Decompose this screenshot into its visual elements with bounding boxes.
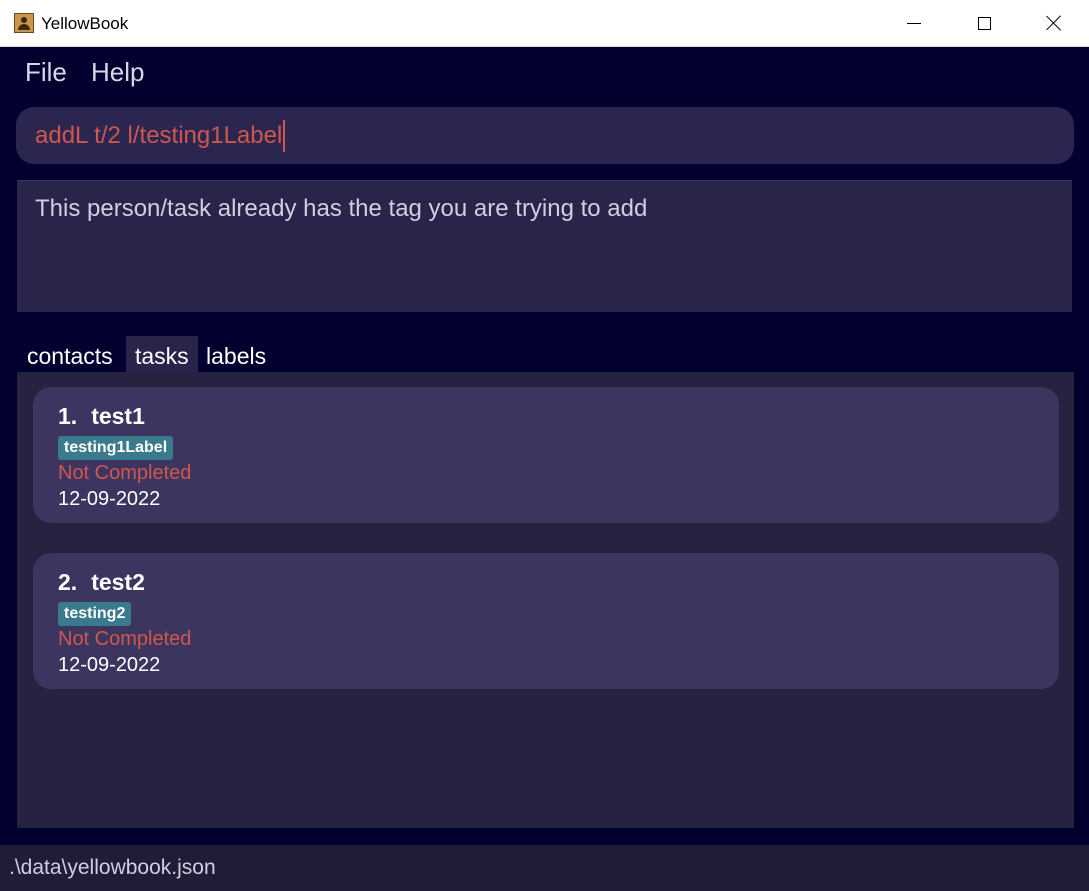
window-title: YellowBook [41,14,129,33]
maximize-icon [977,16,991,30]
result-message: This person/task already has the tag you… [35,195,648,222]
tab-tasks[interactable]: tasks [126,336,198,372]
task-index: 1. [58,403,78,429]
task-list[interactable]: 1. test1 testing1Label Not Completed 12-0… [17,372,1074,828]
task-card[interactable]: 2. test2 testing2 Not Completed 12-09-202… [33,553,1059,689]
tab-contacts[interactable]: contacts [18,336,122,372]
close-icon [1046,15,1062,31]
minimize-icon [907,22,921,24]
status-bar: .\data\yellowbook.json [0,845,1089,891]
result-display: This person/task already has the tag you… [17,180,1072,312]
command-input-text: addL t/2 l/testing1Label [35,121,283,149]
task-label-tag: testing1Label [58,436,174,460]
menu-bar: File Help [0,47,1089,99]
task-title: 2. test2 [58,567,1034,597]
command-input[interactable]: addL t/2 l/testing1Label [16,107,1074,164]
tab-labels[interactable]: labels [197,336,275,372]
minimize-button[interactable] [885,0,943,46]
task-label-tag: testing2 [58,602,132,626]
task-name: test2 [91,569,145,595]
task-date: 12-09-2022 [58,654,161,676]
text-cursor [283,119,286,152]
maximize-button[interactable] [955,0,1013,46]
title-bar: YellowBook [0,0,1089,47]
menu-help[interactable]: Help [91,57,144,88]
task-name: test1 [91,403,145,429]
menu-file[interactable]: File [25,57,67,88]
data-file-path: .\data\yellowbook.json [9,856,216,879]
task-index: 2. [58,569,78,595]
task-status: Not Completed [58,628,192,650]
task-card[interactable]: 1. test1 testing1Label Not Completed 12-0… [33,387,1059,523]
contact-book-icon [14,13,34,33]
close-button[interactable] [1025,0,1083,46]
task-date: 12-09-2022 [58,488,161,510]
task-status: Not Completed [58,462,192,484]
task-title: 1. test1 [58,401,1034,431]
